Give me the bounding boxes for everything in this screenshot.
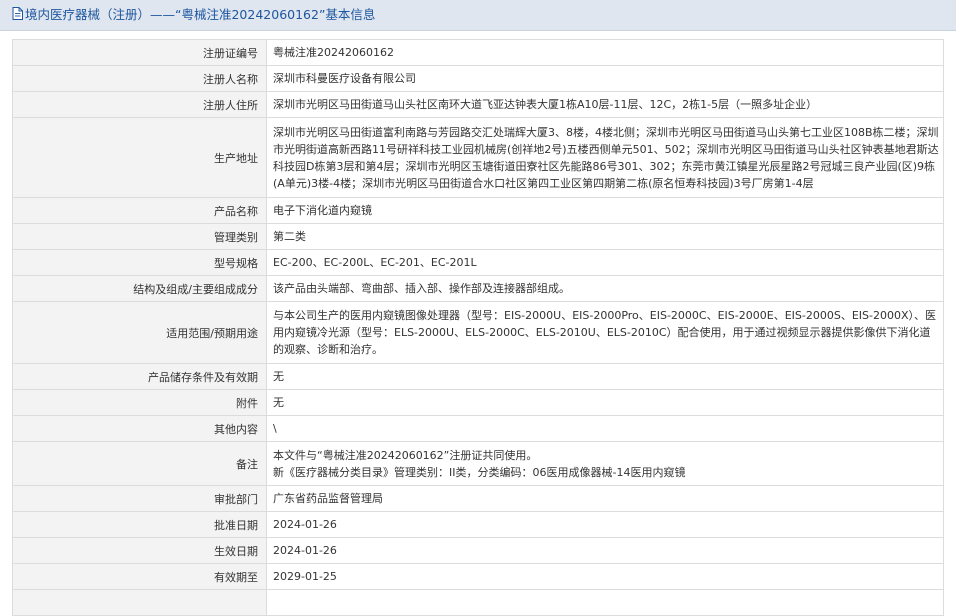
row-label: 管理类别 [12,223,267,250]
row-value: 本文件与“粤械注准20242060162”注册证共同使用。 新《医疗器械分类目录… [266,441,944,486]
row-value: 深圳市科曼医疗设备有限公司 [266,65,944,92]
row-value: 广东省药品监督管理局 [266,485,944,512]
document-icon [12,1,23,31]
row-label: 注册人名称 [12,65,267,92]
row-label: 有效期至 [12,563,267,590]
row-value: \ [266,415,944,442]
table-row: 审批部门 广东省药品监督管理局 [12,485,944,512]
row-label: 注册人住所 [12,91,267,118]
row-label: 结构及组成/主要组成成分 [12,275,267,302]
table-row [12,589,944,616]
table-row: 结构及组成/主要组成成分 该产品由头端部、弯曲部、插入部、操作部及连接器部组成。 [12,275,944,302]
table-row: 型号规格 EC-200、EC-200L、EC-201、EC-201L [12,249,944,276]
row-value: EC-200、EC-200L、EC-201、EC-201L [266,249,944,276]
row-label: 注册证编号 [12,39,267,66]
table-row: 注册人住所 深圳市光明区马田街道马山头社区南环大道飞亚达钟表大厦1栋A10层-1… [12,91,944,118]
table-row: 附件 无 [12,389,944,416]
row-label: 审批部门 [12,485,267,512]
table-row: 备注 本文件与“粤械注准20242060162”注册证共同使用。 新《医疗器械分… [12,441,944,486]
table-row: 其他内容 \ [12,415,944,442]
table-row: 注册人名称 深圳市科曼医疗设备有限公司 [12,65,944,92]
table-row: 生效日期 2024-01-26 [12,537,944,564]
row-value: 电子下消化道内窥镜 [266,197,944,224]
page-title-bar: 境内医疗器械（注册）——“粤械注准20242060162”基本信息 [0,0,956,31]
row-label: 其他内容 [12,415,267,442]
table-row: 生产地址 深圳市光明区马田街道富利南路与芳园路交汇处瑞辉大厦3、8楼，4楼北侧；… [12,117,944,198]
row-value: 该产品由头端部、弯曲部、插入部、操作部及连接器部组成。 [266,275,944,302]
table-row: 批准日期 2024-01-26 [12,511,944,538]
row-label: 生效日期 [12,537,267,564]
page-title: 境内医疗器械（注册）——“粤械注准20242060162”基本信息 [25,7,376,22]
row-value: 无 [266,389,944,416]
row-label: 型号规格 [12,249,267,276]
row-value: 粤械注准20242060162 [266,39,944,66]
row-value: 2024-01-26 [266,537,944,564]
table-row: 注册证编号 粤械注准20242060162 [12,39,944,66]
row-value: 深圳市光明区马田街道富利南路与芳园路交汇处瑞辉大厦3、8楼，4楼北侧；深圳市光明… [266,117,944,198]
row-value [266,589,944,616]
row-label [12,589,267,616]
row-label: 产品名称 [12,197,267,224]
row-value: 2029-01-25 [266,563,944,590]
row-value: 第二类 [266,223,944,250]
row-label: 生产地址 [12,117,267,198]
row-value: 无 [266,363,944,390]
table-row: 产品名称 电子下消化道内窥镜 [12,197,944,224]
row-label: 适用范围/预期用途 [12,301,267,364]
row-label: 备注 [12,441,267,486]
row-value: 2024-01-26 [266,511,944,538]
table-row: 有效期至 2029-01-25 [12,563,944,590]
table-row: 产品储存条件及有效期 无 [12,363,944,390]
table-row: 管理类别 第二类 [12,223,944,250]
row-value: 与本公司生产的医用内窥镜图像处理器（型号：EIS-2000U、EIS-2000P… [266,301,944,364]
row-label: 批准日期 [12,511,267,538]
row-value: 深圳市光明区马田街道马山头社区南环大道飞亚达钟表大厦1栋A10层-11层、12C… [266,91,944,118]
row-label: 产品储存条件及有效期 [12,363,267,390]
row-label: 附件 [12,389,267,416]
detail-table: 注册证编号 粤械注准20242060162 注册人名称 深圳市科曼医疗设备有限公… [12,39,944,616]
table-row: 适用范围/预期用途 与本公司生产的医用内窥镜图像处理器（型号：EIS-2000U… [12,301,944,364]
